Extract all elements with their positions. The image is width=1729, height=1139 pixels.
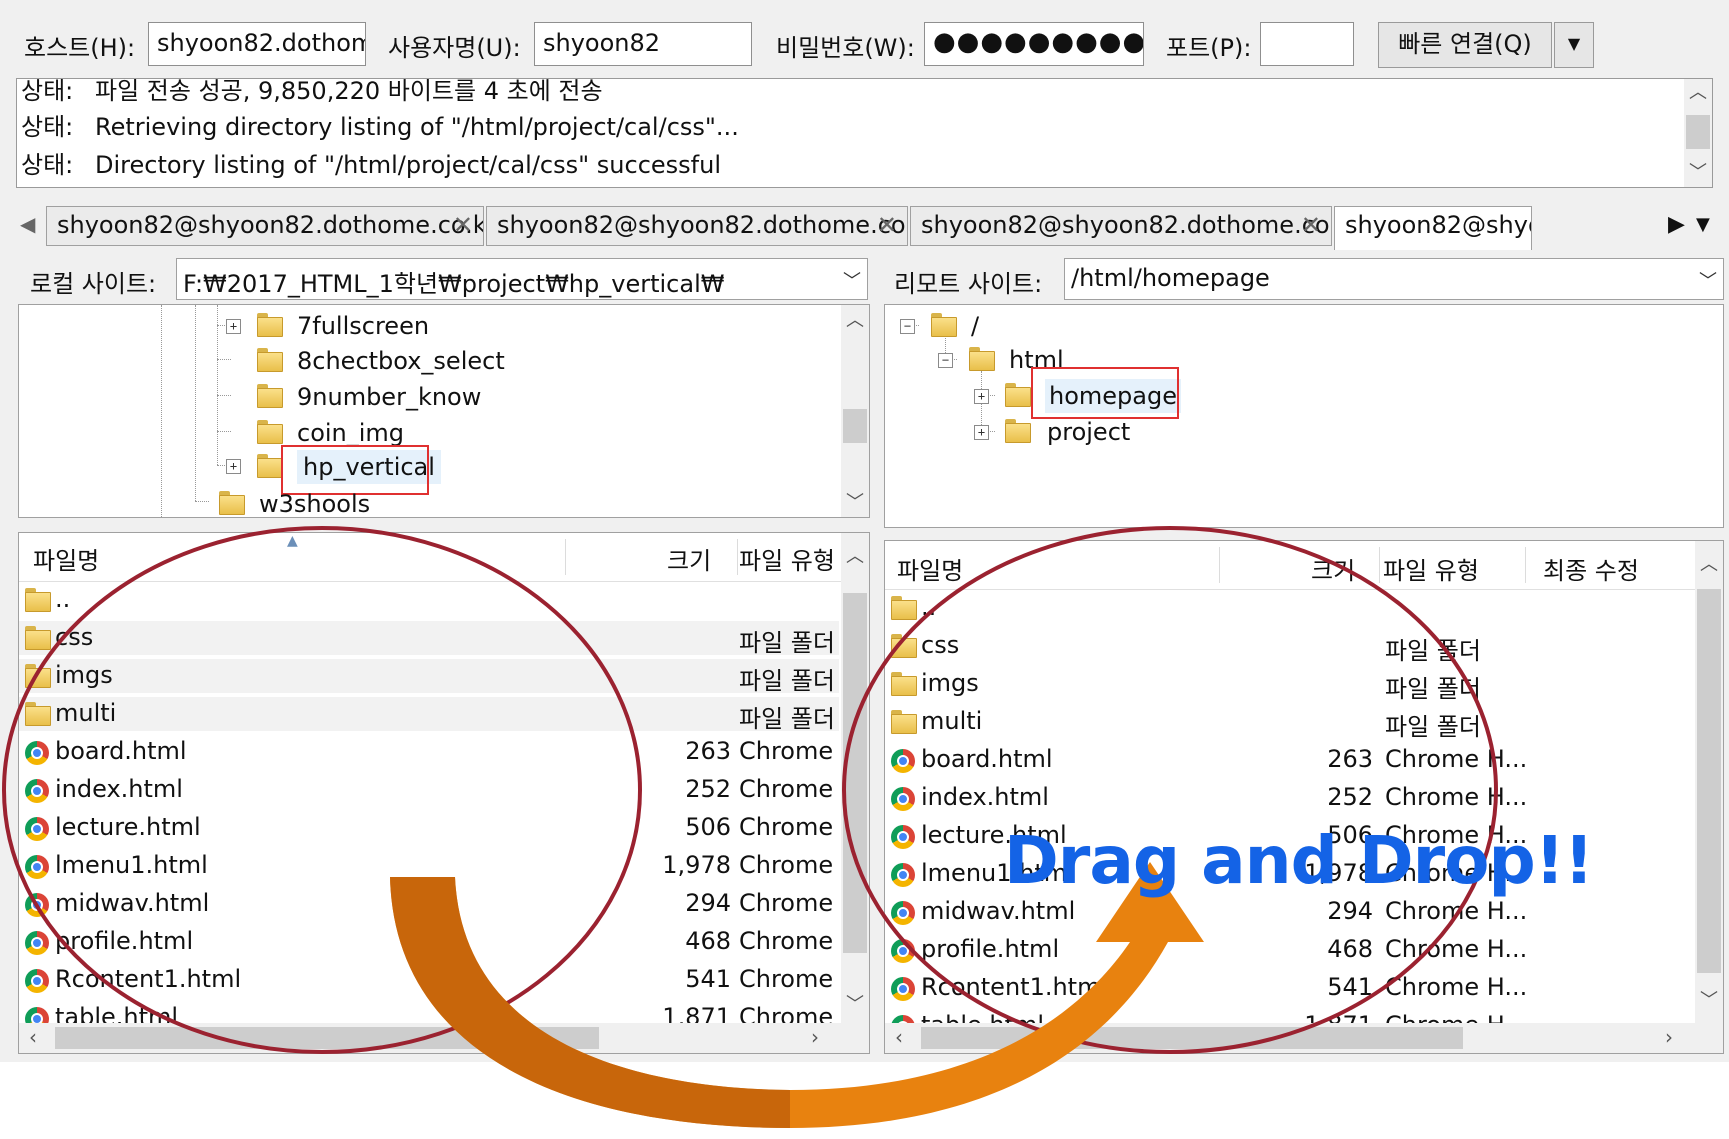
drag-arrow-icon <box>390 862 1204 1128</box>
drag-and-drop-caption: Drag and Drop!! <box>1004 822 1594 899</box>
target-circle <box>842 526 1498 1054</box>
source-circle <box>2 526 642 1054</box>
annotation-overlay <box>2 526 1498 1128</box>
